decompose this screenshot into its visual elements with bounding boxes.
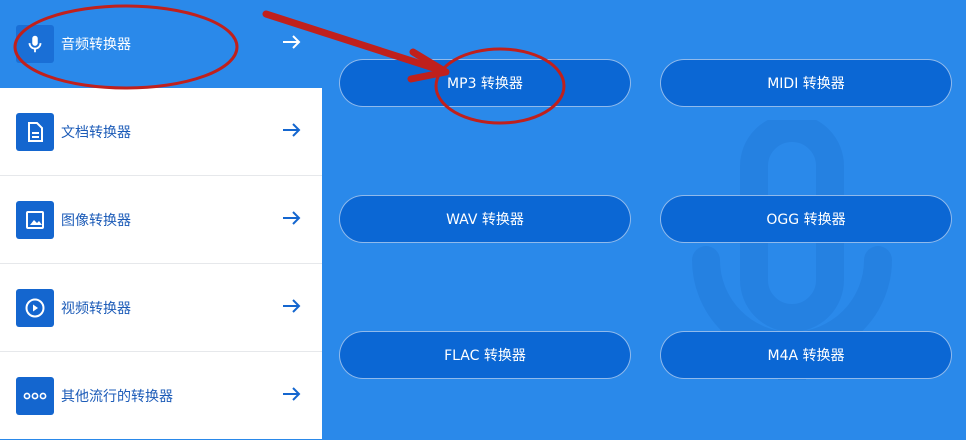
sidebar-item-label: 其他流行的转换器 <box>61 389 173 405</box>
sidebar-item-image-converter[interactable]: 图像转换器 <box>0 176 322 264</box>
midi-converter-button[interactable]: MIDI 转换器 <box>660 59 952 107</box>
image-icon <box>16 200 54 239</box>
sidebar-item-document-converter[interactable]: 文档转换器 <box>0 88 322 176</box>
sidebar-item-audio-converter[interactable]: 音频转换器 <box>0 0 322 88</box>
document-icon <box>16 112 54 151</box>
sidebar-item-other-converters[interactable]: 其他流行的转换器 <box>0 352 322 440</box>
arrow-right-icon <box>282 210 302 230</box>
arrow-right-icon <box>282 34 302 54</box>
converter-options-panel: MP3 转换器 MIDI 转换器 WAV 转换器 OGG 转换器 FLAC 转换… <box>322 0 966 439</box>
mp3-converter-button[interactable]: MP3 转换器 <box>339 59 631 107</box>
arrow-right-icon <box>282 122 302 142</box>
arrow-right-icon <box>282 298 302 318</box>
sidebar-item-label: 文档转换器 <box>61 124 131 141</box>
wav-converter-button[interactable]: WAV 转换器 <box>339 195 631 243</box>
flac-converter-button[interactable]: FLAC 转换器 <box>339 331 631 379</box>
microphone-icon <box>16 25 54 63</box>
sidebar-item-label: 图像转换器 <box>61 212 131 229</box>
m4a-converter-button[interactable]: M4A 转换器 <box>660 331 952 379</box>
ogg-converter-button[interactable]: OGG 转换器 <box>660 195 952 243</box>
sidebar-item-label: 视频转换器 <box>61 300 131 317</box>
sidebar-item-label: 音频转换器 <box>61 37 131 53</box>
arrow-right-icon <box>282 386 302 406</box>
more-dots-icon <box>16 377 54 415</box>
play-icon <box>16 288 54 327</box>
sidebar-item-video-converter[interactable]: 视频转换器 <box>0 264 322 352</box>
converter-sidebar: 音频转换器 文档转换器 图像转换器 视频转换器 其他流行的转换器 <box>0 0 322 439</box>
